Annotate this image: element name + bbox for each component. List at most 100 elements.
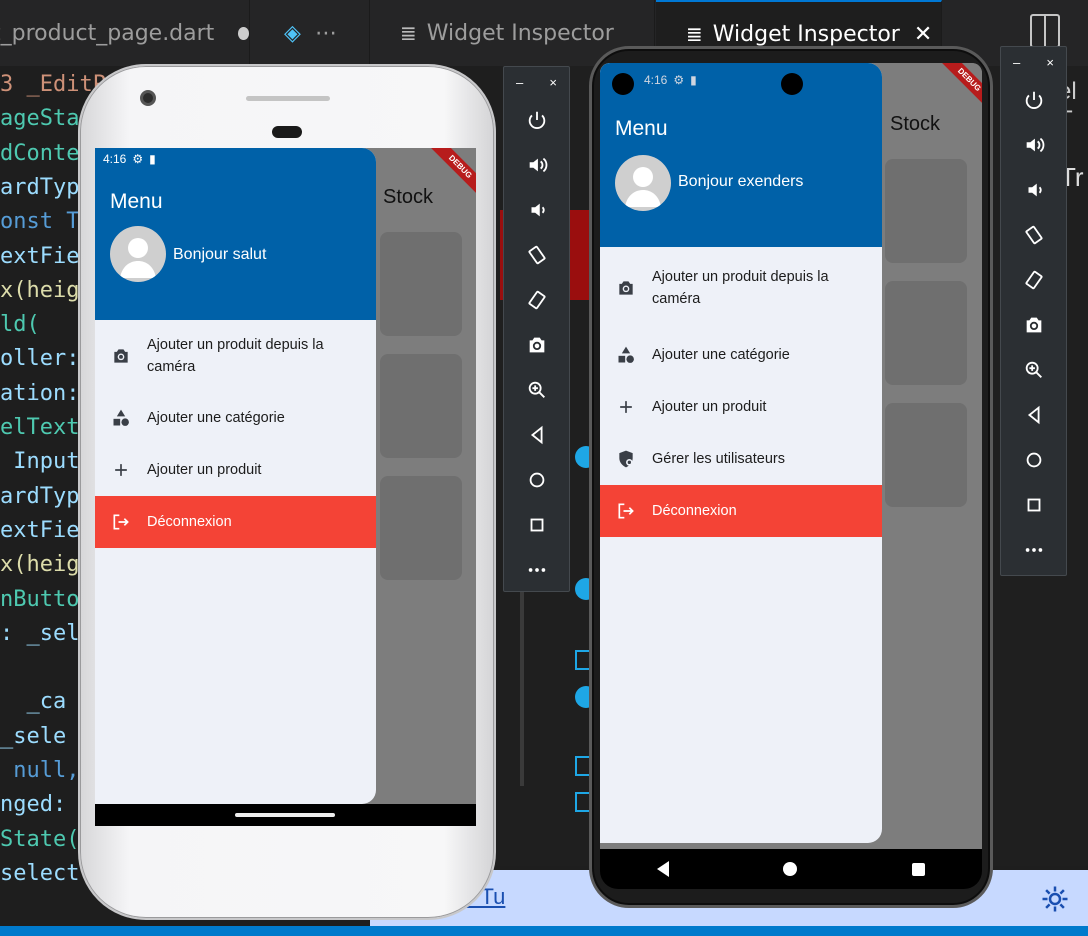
recents-nav-icon[interactable] (911, 862, 925, 876)
navigation-drawer: 4:16 ⚙ ▮ Menu Bonjour exenders Ajouter u… (600, 63, 882, 843)
more-icon[interactable] (1001, 527, 1066, 572)
drawer-item-label: Ajouter une catégorie (652, 347, 790, 363)
drawer-item-g-rer-les-utilisateurs[interactable]: Gérer les utilisateurs (600, 433, 882, 485)
settings-gear-icon[interactable] (1040, 884, 1070, 919)
tab-label: t_product_page.dart (0, 20, 215, 46)
drawer-item-ajouter-un-produit[interactable]: Ajouter un produit (95, 444, 376, 496)
drawer-item-label: Ajouter un produit (147, 462, 262, 478)
tab-product-page[interactable]: t_product_page.dart (0, 0, 250, 66)
phone-screen[interactable]: Stock DEBUG 4:16 ⚙ ▮ Menu Bonjour salut (95, 148, 476, 826)
drawer-item-label: Ajouter un produit depuis la caméra (147, 337, 324, 375)
screenshot-icon[interactable] (1001, 302, 1066, 347)
more-icon[interactable] (504, 547, 569, 592)
code-line[interactable]: select (0, 861, 79, 886)
back-icon[interactable] (504, 412, 569, 457)
drawer-item-label: Gérer les utilisateurs (652, 451, 785, 467)
screenshot-icon[interactable] (504, 322, 569, 367)
code-line[interactable]: ld( (0, 312, 40, 337)
code-line[interactable]: oller: (0, 346, 79, 371)
code-line[interactable]: x(heig (0, 278, 79, 303)
code-line[interactable]: dConte (0, 141, 79, 166)
code-line[interactable]: nButto (0, 587, 79, 612)
zoom-icon[interactable] (1001, 347, 1066, 392)
home-icon[interactable] (504, 457, 569, 502)
code-line[interactable]: ardTyp (0, 175, 79, 200)
close-tab-icon[interactable]: ✕ (914, 22, 932, 47)
minimize-icon[interactable]: – (516, 75, 523, 90)
drawer-item-ajouter-un-produit-depuis-la-cam-ra[interactable]: Ajouter un produit depuis la caméra (600, 247, 882, 329)
greeting-text: Bonjour salut (173, 246, 267, 263)
emulator-phone-left: Stock DEBUG 4:16 ⚙ ▮ Menu Bonjour salut (78, 64, 496, 920)
drawer-item-label: Ajouter un produit (652, 399, 767, 415)
code-line[interactable]: x(heig (0, 552, 79, 577)
drawer-item-ajouter-un-produit-depuis-la-cam-ra[interactable]: Ajouter un produit depuis la caméra (95, 320, 376, 392)
drawer-item-label: Ajouter une catégorie (147, 410, 285, 426)
clock: 4:16 (644, 73, 668, 87)
preview-icon: ≣ (686, 22, 703, 46)
drawer-item-d-connexion[interactable]: Déconnexion (600, 485, 882, 537)
rotate-left-icon[interactable] (1001, 212, 1066, 257)
code-line[interactable]: : _sel (0, 621, 79, 646)
code-line[interactable]: _ca (0, 689, 66, 714)
overview-icon[interactable] (504, 502, 569, 547)
front-camera-icon (781, 73, 803, 95)
category-icon (600, 345, 652, 365)
sensor (272, 126, 302, 138)
drawer-title: Menu (110, 190, 163, 213)
drawer-item-label: Ajouter un produit depuis la caméra (652, 269, 829, 307)
split-editor-icon[interactable] (1030, 14, 1060, 48)
code-line[interactable]: State( (0, 827, 79, 852)
volume-up-icon[interactable] (504, 142, 569, 187)
code-line[interactable]: elText (0, 415, 79, 440)
close-icon[interactable]: × (1046, 55, 1054, 70)
dart-icon: ◈ (284, 20, 301, 46)
emulator-panel-header: – × (504, 67, 569, 97)
emulator-phone-right: Stock DEBUG 4:16 ⚙ ▮ Menu Bonjour exende… (589, 46, 993, 908)
code-line[interactable]: ageSta (0, 106, 79, 131)
code-line[interactable]: extFie (0, 518, 79, 543)
drawer-item-ajouter-une-cat-gorie[interactable]: Ajouter une catégorie (95, 392, 376, 444)
volume-down-icon[interactable] (504, 187, 569, 232)
overview-icon[interactable] (1001, 482, 1066, 527)
drawer-item-ajouter-un-produit[interactable]: Ajouter un produit (600, 381, 882, 433)
home-indicator[interactable] (235, 813, 335, 817)
volume-up-icon[interactable] (1001, 122, 1066, 167)
close-icon[interactable]: × (549, 75, 557, 90)
power-icon[interactable] (1001, 77, 1066, 122)
rotate-right-icon[interactable] (504, 277, 569, 322)
code-line[interactable]: null, (0, 758, 79, 783)
back-nav-icon[interactable] (657, 861, 670, 877)
drawer-item-ajouter-une-cat-gorie[interactable]: Ajouter une catégorie (600, 329, 882, 381)
code-line[interactable]: ardTyp (0, 484, 79, 509)
code-line[interactable]: nged: (0, 792, 66, 817)
code-line[interactable]: _sele (0, 724, 66, 749)
home-icon[interactable] (1001, 437, 1066, 482)
drawer-item-d-connexion[interactable]: Déconnexion (95, 496, 376, 548)
phone-screen[interactable]: Stock DEBUG 4:16 ⚙ ▮ Menu Bonjour exende… (600, 63, 982, 849)
code-line[interactable]: extFie (0, 244, 79, 269)
product-card (380, 232, 462, 336)
desktop: t_product_page.dart ◈ ⋯ ≣ Widget Inspect… (0, 0, 1088, 936)
code-line[interactable]: onst T (0, 209, 79, 234)
back-icon[interactable] (1001, 392, 1066, 437)
tab-dart-more[interactable]: ◈ ⋯ (252, 0, 370, 66)
power-icon[interactable] (504, 97, 569, 142)
greeting-text: Bonjour exenders (678, 173, 804, 190)
home-nav-icon[interactable] (783, 862, 798, 876)
avatar (615, 155, 671, 211)
zoom-icon[interactable] (504, 367, 569, 412)
more-tabs-icon[interactable]: ⋯ (315, 21, 337, 46)
punch-hole-camera (612, 73, 634, 95)
sim-status-icon: ▮ (690, 73, 697, 87)
drawer-header: 4:16 ⚙ ▮ Menu Bonjour exenders (600, 63, 882, 247)
rotate-left-icon[interactable] (504, 232, 569, 277)
volume-down-icon[interactable] (1001, 167, 1066, 212)
minimize-icon[interactable]: – (1013, 55, 1020, 70)
manage-users-icon (600, 449, 652, 469)
emulator-toolbar-left: – × (503, 66, 570, 592)
camera-icon (600, 278, 652, 298)
rotate-right-icon[interactable] (1001, 257, 1066, 302)
emulator-toolbar-right: – × (1000, 46, 1067, 576)
code-line[interactable]: Input (0, 449, 79, 474)
code-line[interactable]: ation: (0, 381, 79, 406)
